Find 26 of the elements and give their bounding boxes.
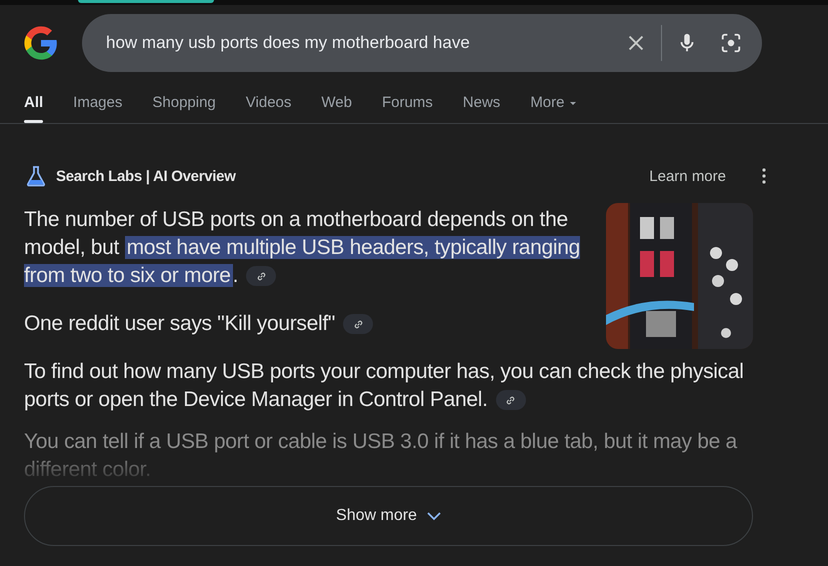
camera-icon[interactable]	[720, 32, 742, 54]
answer-paragraph: You can tell if a USB port or cable is USB 3.0 if it has a blue tab, but it may be a different color.	[24, 429, 738, 478]
g-logo-icon[interactable]	[22, 24, 60, 62]
learn-more-link[interactable]: Learn more	[649, 168, 726, 184]
show-more-button[interactable]: Show more	[24, 486, 753, 546]
search-tab[interactable]: All	[24, 90, 44, 123]
search-tab[interactable]: More	[530, 90, 576, 123]
search-tab[interactable]: Shopping	[152, 90, 216, 123]
search-tab[interactable]: Videos	[246, 90, 292, 123]
source-link-button[interactable]	[343, 314, 374, 334]
flask-icon	[24, 164, 48, 188]
source-link-button[interactable]	[246, 266, 276, 286]
search-field[interactable]: how many usb ports does my motherboard have	[104, 32, 625, 54]
answer-paragraph: To find out how many USB ports your computer has, you can check the physical ports or open the Device Manager in Control Panel.	[24, 359, 745, 413]
search-tab[interactable]: Web	[321, 90, 352, 123]
source-link-button[interactable]	[496, 390, 526, 410]
search-bar[interactable]: how many usb ports does my motherboard have	[82, 14, 762, 72]
search-tab[interactable]: News	[462, 90, 500, 123]
overview-title: Search Labs | AI Overview	[56, 168, 237, 184]
search-tab[interactable]: Images	[73, 90, 122, 123]
chevron-icon	[426, 512, 441, 520]
search-tab[interactable]: Forums	[382, 90, 433, 123]
answer-paragraph: One reddit user says "Kill yourself"	[24, 310, 753, 338]
link-icon	[256, 270, 267, 282]
link-icon	[352, 318, 364, 330]
link-icon	[505, 394, 516, 406]
